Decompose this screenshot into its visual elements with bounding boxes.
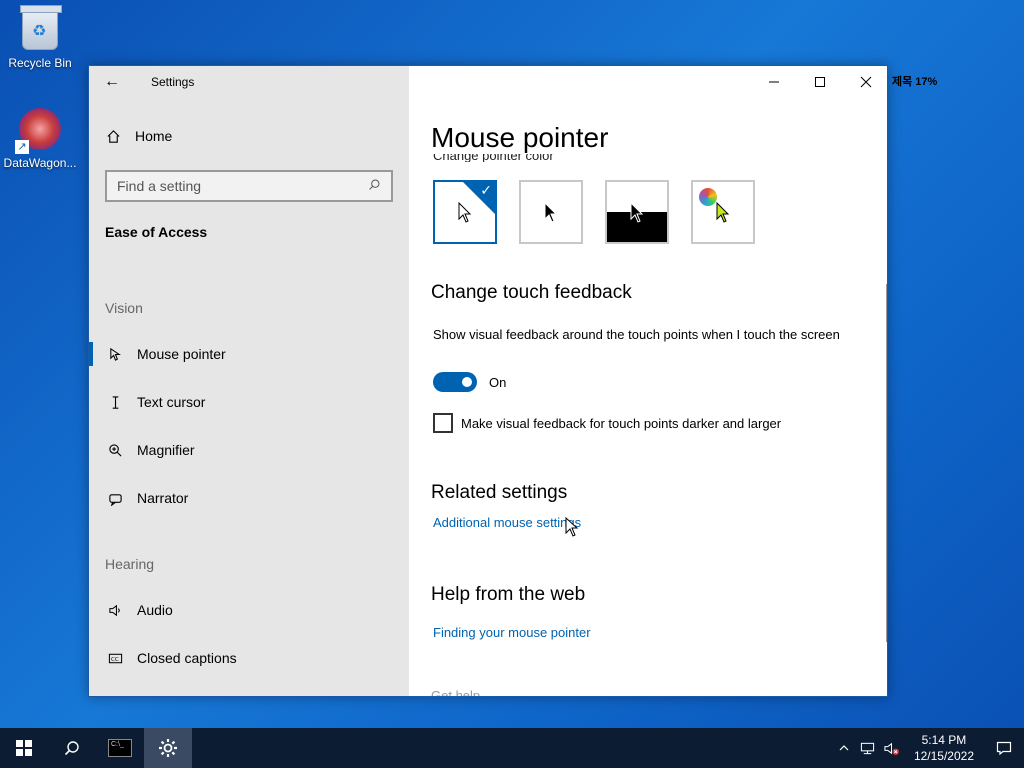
desktop-icon-recycle-bin[interactable]: ♻ Recycle Bin	[0, 5, 80, 70]
touch-feedback-toggle[interactable]	[433, 372, 477, 392]
pointer-color-swatches: ✓	[433, 180, 755, 244]
desktop-icon-label: Recycle Bin	[8, 56, 72, 70]
inverted-pointer-icon	[630, 202, 644, 223]
command-prompt-icon: C:\_	[108, 739, 132, 757]
mouse-cursor-icon	[565, 517, 579, 537]
sidebar-item-audio[interactable]: Audio	[89, 590, 409, 630]
desktop-stray-text: 제목 17%	[892, 76, 938, 88]
taskbar: C:\_ 5:14 PM 12/15/2022	[0, 728, 1024, 768]
sidebar-item-label: Magnifier	[137, 442, 195, 458]
mouse-pointer-icon	[107, 346, 123, 362]
window-title: Settings	[151, 75, 195, 89]
toggle-state-label: On	[489, 374, 507, 390]
taskbar-search-button[interactable]	[48, 728, 96, 768]
clock-time: 5:14 PM	[921, 733, 967, 747]
sidebar-item-mouse-pointer[interactable]: Mouse pointer	[89, 334, 409, 374]
darker-feedback-checkbox[interactable]	[433, 413, 453, 433]
maximize-button[interactable]	[797, 66, 843, 98]
page-title: Mouse pointer	[431, 122, 609, 153]
pointer-color-custom[interactable]	[691, 180, 755, 244]
pointer-color-white[interactable]: ✓	[433, 180, 497, 244]
close-button[interactable]	[843, 66, 887, 98]
system-tray: 5:14 PM 12/15/2022	[832, 728, 1024, 768]
network-icon[interactable]	[856, 741, 880, 756]
search-icon	[368, 178, 381, 194]
minimize-icon	[769, 81, 779, 83]
sidebar-item-label: Text cursor	[137, 394, 206, 410]
minimize-button[interactable]	[751, 66, 797, 98]
sidebar-item-label: Mouse pointer	[137, 346, 226, 362]
desktop-icon-label: DataWagon...	[3, 156, 77, 170]
touch-feedback-toggle-row: On	[433, 372, 506, 392]
sidebar: ← Settings Home Find a setting Ease of A…	[89, 66, 409, 696]
white-pointer-icon	[458, 202, 472, 223]
content-pane: Mouse pointer Change pointer color ✓ Cha…	[409, 66, 887, 696]
tray-overflow-chevron-icon[interactable]	[832, 742, 856, 754]
darker-feedback-row: Make visual feedback for touch points da…	[433, 413, 781, 433]
taskbar-settings-button[interactable]	[144, 728, 192, 768]
taskbar-cmd-button[interactable]: C:\_	[96, 728, 144, 768]
back-arrow-icon: ←	[104, 73, 120, 90]
darker-feedback-label: Make visual feedback for touch points da…	[461, 415, 782, 431]
notification-icon	[996, 741, 1012, 756]
additional-mouse-settings-link[interactable]: Additional mouse settings	[433, 515, 581, 530]
start-button[interactable]	[0, 728, 48, 768]
touch-feedback-description: Show visual feedback around the touch po…	[433, 327, 840, 342]
sidebar-item-label: Home	[135, 128, 173, 144]
closed-captions-icon: CC	[107, 650, 123, 666]
scrollbar[interactable]	[886, 284, 887, 642]
sidebar-item-label: Narrator	[137, 490, 189, 506]
recycle-bin-icon: ♻	[18, 5, 62, 52]
clock[interactable]: 5:14 PM 12/15/2022	[904, 732, 984, 764]
sidebar-item-label: Audio	[137, 602, 173, 618]
datawagon-shortcut-icon: ↗	[15, 108, 62, 154]
maximize-icon	[815, 77, 825, 87]
group-label-vision: Vision	[105, 300, 143, 316]
sidebar-item-label: Closed captions	[137, 650, 237, 666]
notifications-button[interactable]	[984, 740, 1024, 756]
sidebar-item-home[interactable]: Home	[105, 128, 172, 144]
audio-icon	[107, 602, 123, 618]
windows-logo-icon	[16, 740, 32, 756]
back-button[interactable]: ←	[89, 66, 135, 98]
search-input[interactable]: Find a setting	[105, 170, 393, 202]
group-label-hearing: Hearing	[105, 556, 155, 572]
pointer-color-label: Change pointer color	[433, 154, 554, 162]
desktop-icon-datawagon[interactable]: ↗ DataWagon...	[0, 108, 80, 170]
touch-feedback-heading: Change touch feedback	[431, 282, 632, 303]
pointer-color-inverted[interactable]	[605, 180, 669, 244]
svg-text:CC: CC	[111, 656, 119, 662]
get-help-link[interactable]: Get help	[431, 688, 480, 696]
checkmark-icon: ✓	[480, 182, 492, 198]
titlebar: ← Settings	[89, 66, 409, 98]
text-cursor-icon	[107, 394, 123, 410]
settings-window: ← Settings Home Find a setting Ease of A…	[88, 65, 888, 697]
sidebar-item-narrator[interactable]: Narrator	[89, 478, 409, 518]
black-pointer-icon	[544, 202, 558, 223]
finding-mouse-pointer-link[interactable]: Finding your mouse pointer	[433, 625, 591, 640]
gear-icon	[159, 739, 177, 757]
custom-pointer-icon	[716, 202, 730, 223]
section-title: Ease of Access	[105, 224, 208, 240]
search-icon	[64, 741, 79, 756]
sidebar-item-closed-captions[interactable]: CC Closed captions	[89, 638, 409, 678]
volume-muted-icon[interactable]	[880, 741, 904, 756]
sidebar-item-text-cursor[interactable]: Text cursor	[89, 382, 409, 422]
narrator-icon	[107, 490, 123, 506]
related-settings-heading: Related settings	[431, 482, 568, 503]
pointer-color-black[interactable]	[519, 180, 583, 244]
close-icon	[860, 76, 872, 88]
clock-date: 12/15/2022	[913, 749, 974, 763]
magnifier-icon	[107, 442, 123, 458]
sidebar-item-magnifier[interactable]: Magnifier	[89, 430, 409, 470]
search-placeholder: Find a setting	[117, 178, 202, 194]
help-heading: Help from the web	[431, 584, 586, 605]
window-controls	[751, 66, 887, 98]
home-icon	[105, 128, 121, 144]
